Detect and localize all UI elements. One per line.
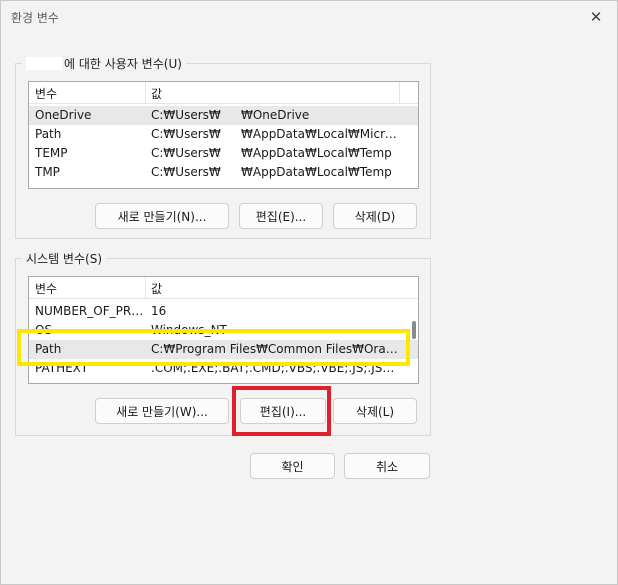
system-new-button[interactable]: 새로 만들기(W)... [95,398,229,424]
system-delete-button[interactable]: 삭제(L) [333,398,417,424]
cancel-button[interactable]: 취소 [344,453,430,479]
table-row[interactable]: TEMP C:₩Users₩ ₩AppData₩Local₩Temp [29,144,418,163]
vertical-scrollbar[interactable] [412,321,416,339]
user-variables-list[interactable]: 변수 값 OneDrive C:₩Users₩ ₩OneDrive Path C… [28,81,419,189]
title-bar[interactable]: 환경 변수 ✕ [1,1,617,33]
list-header: 변수 값 [29,277,418,299]
close-button[interactable]: ✕ [583,5,609,29]
window-title: 환경 변수 [11,11,59,25]
user-delete-button[interactable]: 삭제(D) [333,203,417,229]
list-header: 변수 값 [29,82,418,104]
user-edit-button[interactable]: 편집(E)... [239,203,323,229]
header-name[interactable]: 변수 [35,280,57,297]
close-icon: ✕ [589,8,603,26]
table-row[interactable]: TMP C:₩Users₩ ₩AppData₩Local₩Temp [29,163,418,182]
highlight-edit-button [232,386,331,436]
table-row[interactable]: NUMBER_OF_PRO... 16 [29,302,418,321]
highlight-path-row [17,329,410,366]
user-new-button[interactable]: 새로 만들기(N)... [95,203,229,229]
header-value[interactable]: 값 [151,85,162,102]
table-row[interactable]: OneDrive C:₩Users₩ ₩OneDrive [29,106,418,125]
redacted-username [26,57,62,70]
ok-button[interactable]: 확인 [250,453,335,479]
user-variables-label: 에 대한 사용자 변수(U) [22,55,186,72]
table-row[interactable]: Path C:₩Users₩ ₩AppData₩Local₩Microsof..… [29,125,418,144]
header-name[interactable]: 변수 [35,85,57,102]
environment-variables-dialog: 환경 변수 ✕ 에 대한 사용자 변수(U) 변수 값 OneDrive C:₩… [0,0,618,585]
header-value[interactable]: 값 [151,280,162,297]
user-variables-group: 에 대한 사용자 변수(U) 변수 값 OneDrive C:₩Users₩ ₩… [15,55,431,239]
system-variables-label: 시스템 변수(S) [22,250,106,267]
